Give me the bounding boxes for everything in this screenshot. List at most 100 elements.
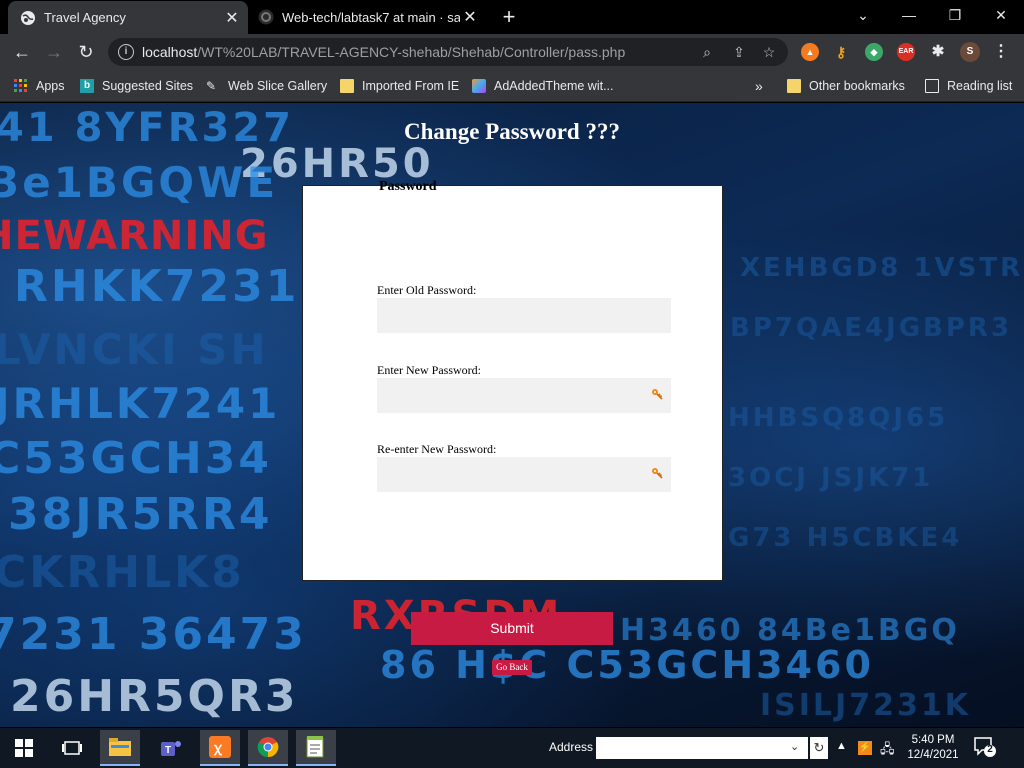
file-explorer-icon[interactable] bbox=[100, 730, 140, 766]
tab-github[interactable]: Web-tech/labtask7 at main · safa ✕ bbox=[250, 0, 486, 34]
other-bookmarks[interactable]: Other bookmarks bbox=[787, 76, 905, 96]
bookmarks-overflow-button[interactable]: » bbox=[755, 76, 763, 96]
bookmark-label: Web Slice Gallery bbox=[228, 79, 328, 93]
share-icon[interactable]: ⇪ bbox=[728, 42, 750, 62]
minimize-button[interactable]: — bbox=[886, 0, 932, 30]
bg-text: 7231 36473 bbox=[0, 609, 307, 660]
reload-button[interactable]: ↻ bbox=[72, 38, 100, 66]
submit-button[interactable]: Submit bbox=[411, 612, 613, 645]
bookmark-adaddedtheme[interactable]: AdAddedTheme wit... bbox=[472, 76, 614, 96]
apps-grid-icon bbox=[14, 79, 27, 92]
theme-icon bbox=[472, 79, 486, 93]
notification-center-icon[interactable]: 2 bbox=[974, 737, 996, 757]
browser-toolbar: ← → ↻ i localhost/WT%20LAB/TRAVEL-AGENCY… bbox=[0, 34, 1024, 70]
chrome-icon[interactable] bbox=[248, 730, 288, 766]
bg-text: 26HR5QR3 bbox=[10, 671, 299, 722]
xampp-icon[interactable]: ꭓ bbox=[200, 730, 240, 766]
close-window-button[interactable]: ✕ bbox=[978, 0, 1024, 30]
teams-icon[interactable]: T bbox=[152, 730, 192, 766]
menu-icon[interactable]: ⋮ bbox=[992, 43, 1010, 61]
tab-title: Web-tech/labtask7 at main · safa bbox=[282, 9, 460, 25]
page-content: 41 8YFR327 26HR50 3e1BGQWE HEWARNING RHK… bbox=[0, 103, 1024, 727]
bookmark-star-icon[interactable]: ☆ bbox=[758, 42, 780, 62]
extension-icon[interactable]: ▲ bbox=[801, 43, 819, 61]
notification-count: 2 bbox=[987, 744, 993, 755]
globe-icon bbox=[20, 10, 36, 26]
old-password-input[interactable] bbox=[377, 298, 671, 333]
adblock-icon[interactable]: EAR bbox=[897, 43, 915, 61]
tab-travel-agency[interactable]: Travel Agency ✕ bbox=[8, 1, 248, 34]
back-button[interactable]: ← bbox=[8, 38, 36, 66]
forward-button[interactable]: → bbox=[40, 38, 68, 66]
other-bookmarks-label: Other bookmarks bbox=[809, 79, 905, 93]
bing-icon: b bbox=[80, 79, 94, 93]
folder-icon bbox=[787, 79, 801, 93]
reading-list-icon bbox=[925, 79, 939, 93]
reading-list[interactable]: Reading list bbox=[925, 76, 1012, 96]
key-icon[interactable] bbox=[651, 467, 663, 479]
new-password-label: Enter New Password: bbox=[377, 363, 481, 377]
tab-strip: Travel Agency ✕ Web-tech/labtask7 at mai… bbox=[0, 0, 1024, 34]
go-back-button[interactable]: Go Back bbox=[492, 660, 532, 675]
svg-text:T: T bbox=[165, 745, 171, 756]
tray-overflow-icon[interactable]: ▲ bbox=[836, 740, 847, 752]
address-bar[interactable]: i localhost/WT%20LAB/TRAVEL-AGENCY-sheha… bbox=[108, 38, 788, 66]
bookmark-label: AdAddedTheme wit... bbox=[494, 79, 614, 93]
new-tab-button[interactable]: + bbox=[496, 4, 522, 30]
refresh-icon[interactable]: ↻ bbox=[810, 737, 828, 759]
bookmark-label: Imported From IE bbox=[362, 79, 460, 93]
bg-text: LVNCKI SH bbox=[0, 325, 269, 374]
zoom-icon[interactable]: ⌕ bbox=[696, 42, 718, 62]
bookmark-apps[interactable]: Apps bbox=[14, 76, 65, 96]
bg-text: RHKK7231 bbox=[14, 261, 300, 312]
chevron-down-icon[interactable]: ⌄ bbox=[790, 740, 799, 753]
address-toolbar-input[interactable] bbox=[596, 737, 808, 759]
bg-text: C53GCH34 bbox=[0, 433, 272, 484]
network-icon[interactable]: 🖧 bbox=[880, 740, 895, 762]
task-view-icon[interactable] bbox=[52, 730, 92, 766]
taskbar: T ꭓ Address ⌄ ↻ ▲ ⚡ 🖧 5:40 PM 12/4/2021 … bbox=[0, 728, 1024, 768]
reading-list-label: Reading list bbox=[947, 79, 1013, 93]
tab-title: Travel Agency bbox=[44, 10, 126, 25]
close-tab-icon[interactable]: ✕ bbox=[460, 7, 480, 27]
folder-icon bbox=[340, 79, 354, 93]
restore-button[interactable]: ❐ bbox=[932, 0, 978, 30]
close-tab-icon[interactable]: ✕ bbox=[222, 8, 242, 28]
github-icon bbox=[258, 9, 274, 25]
extension-icon[interactable]: ◆ bbox=[865, 43, 883, 61]
clock-time: 5:40 PM bbox=[911, 734, 955, 746]
tray-app-icon[interactable]: ⚡ bbox=[858, 741, 872, 755]
bg-text: HEWARNING bbox=[0, 213, 269, 259]
address-toolbar-label: Address bbox=[549, 740, 594, 754]
bg-text: 86 H$C C53GCH3460 bbox=[380, 643, 874, 687]
bookmark-web-slice-gallery[interactable]: ✎ Web Slice Gallery bbox=[206, 76, 327, 96]
bg-text: 38JR5RR4 bbox=[8, 489, 273, 540]
bg-text: ISILJ7231K bbox=[760, 688, 971, 723]
site-info-icon[interactable]: i bbox=[118, 44, 134, 60]
key-icon[interactable] bbox=[651, 388, 663, 400]
page-title: Change Password ??? bbox=[404, 119, 620, 144]
bookmark-imported-from-ie[interactable]: Imported From IE bbox=[340, 76, 459, 96]
url-host: localhost bbox=[142, 44, 198, 60]
bg-text: CKRHLK8 bbox=[0, 547, 245, 598]
bookmark-suggested-sites[interactable]: b Suggested Sites bbox=[80, 76, 193, 96]
clock[interactable]: 5:40 PM 12/4/2021 bbox=[905, 733, 961, 763]
form-legend: Password bbox=[379, 179, 437, 194]
bookmark-label: Suggested Sites bbox=[102, 79, 194, 93]
profile-avatar[interactable]: S bbox=[960, 42, 980, 62]
bookmarks-bar: Apps b Suggested Sites ✎ Web Slice Galle… bbox=[0, 70, 1024, 102]
new-password-input[interactable] bbox=[377, 378, 671, 413]
web-slice-icon: ✎ bbox=[206, 79, 217, 93]
url-path: /WT%20LAB/TRAVEL-AGENCY-shehab/Shehab/Co… bbox=[197, 44, 626, 60]
bookmark-label: Apps bbox=[36, 79, 65, 93]
confirm-password-input[interactable] bbox=[377, 457, 671, 492]
puzzle-icon[interactable]: ✱ bbox=[929, 43, 947, 61]
old-password-label: Enter Old Password: bbox=[377, 283, 477, 297]
bg-text: 3e1BGQWE bbox=[0, 158, 279, 207]
windows-start-icon[interactable] bbox=[4, 730, 44, 766]
bg-text: JRHLK7241 bbox=[0, 379, 281, 428]
tab-search-icon[interactable]: ⌄ bbox=[840, 0, 886, 30]
notepad-icon[interactable] bbox=[296, 730, 336, 766]
password-form: Password Enter Old Password: Enter New P… bbox=[302, 179, 723, 581]
key-extension-icon[interactable]: ⚷ bbox=[832, 43, 850, 61]
